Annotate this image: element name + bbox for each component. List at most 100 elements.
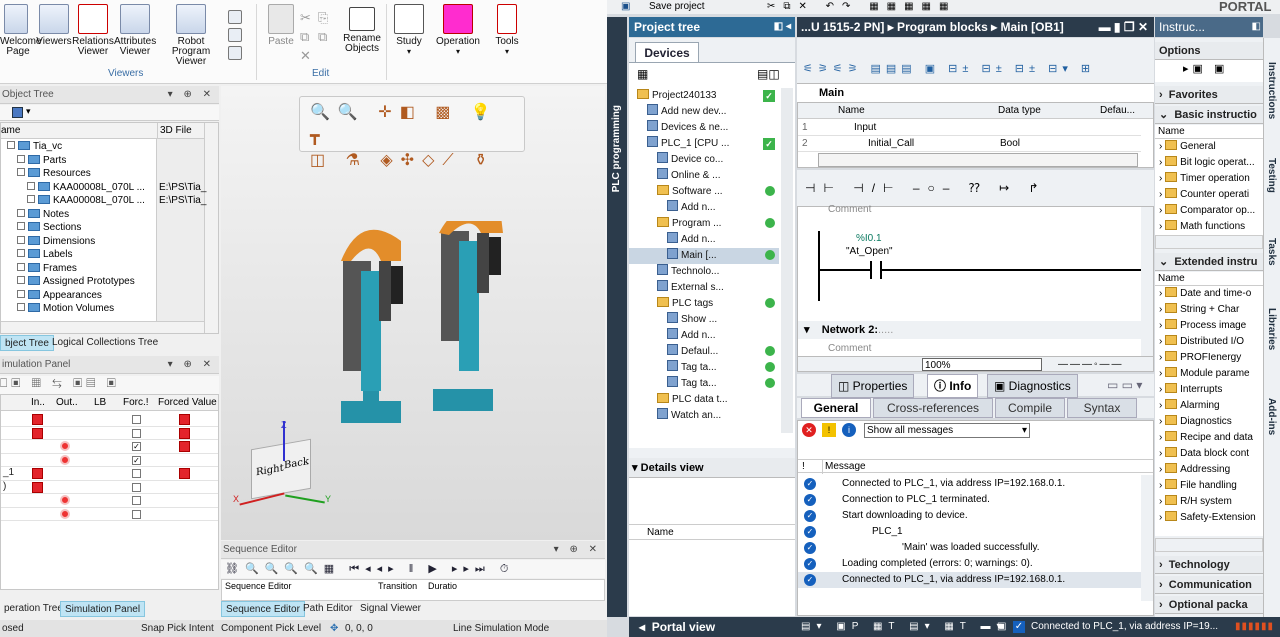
favorites-header[interactable]: › Favorites [1155, 86, 1263, 104]
network2-comment[interactable]: Comment [828, 343, 871, 354]
project-tree-item[interactable]: PLC_1 [CPU ... ✓ [629, 136, 779, 152]
zoom-select[interactable]: 100% [922, 358, 1042, 371]
viewcube-back-face[interactable]: Back [284, 456, 309, 471]
zoom-slider[interactable]: ―――◦―― [1058, 358, 1124, 372]
col-3d-file[interactable]: 3D File [157, 123, 192, 139]
instruction-folder[interactable]: › Data block cont [1155, 446, 1261, 462]
component-pick-level[interactable]: Component Pick Level [221, 620, 321, 637]
instruction-folder[interactable]: › String + Char [1155, 302, 1261, 318]
basic-col-name[interactable]: Name [1155, 125, 1263, 139]
tree-row[interactable]: Resources [1, 167, 91, 180]
ladder-rung-area[interactable]: %I0.1 "At_Open" [818, 219, 1148, 319]
options-toolbar[interactable]: ▸▣ ▣ [1155, 60, 1263, 82]
tab-sequence-editor[interactable]: Sequence Editor [221, 601, 305, 617]
instruction-folder[interactable]: › Diagnostics [1155, 414, 1261, 430]
visibility-checkbox[interactable] [27, 181, 35, 190]
project-tree-item[interactable]: Watch an... [629, 408, 779, 424]
editor-tab-icons[interactable]: ▤▾ ▣P ▦T ▤▾ ▦T ▬▾ [801, 617, 1008, 637]
iface-col-default[interactable]: Defau... [1100, 103, 1135, 119]
project-tree-item[interactable]: Software ... [629, 184, 779, 200]
status-message[interactable]: Connected to PLC_1, via address IP=19... [1031, 617, 1218, 637]
project-tree-item[interactable]: Device co... [629, 152, 779, 168]
instruction-folder[interactable]: › Timer operation [1155, 171, 1261, 187]
force-checkbox[interactable]: ✓ [132, 442, 141, 451]
snap-pick-intent[interactable]: Snap Pick Intent [141, 620, 214, 637]
small-viewer-icon-3[interactable] [228, 46, 242, 60]
panel-controls[interactable]: ▾ ⊕ ✕ [168, 356, 215, 374]
options-icons[interactable]: ▸▣ ▣ [1183, 62, 1228, 75]
network-editor[interactable]: Comment %I0.1 "At_Open" ▾ Network 2:....… [797, 204, 1154, 372]
message-row[interactable]: ✓ 'Main' was loaded successfully. [798, 540, 1148, 556]
seq-col-transition[interactable]: Transition [378, 581, 417, 591]
seq-col-duration[interactable]: Duratio [428, 581, 457, 591]
project-tree-item[interactable]: Main [... [629, 248, 779, 264]
details-col-name[interactable]: Name [629, 524, 795, 540]
visibility-checkbox[interactable] [17, 222, 25, 230]
visibility-checkbox[interactable] [27, 195, 35, 203]
project-tree-item[interactable]: External s... [629, 280, 779, 296]
basic-instructions-header[interactable]: ⌄ Basic instructio [1155, 106, 1263, 124]
tree-scrollbar[interactable] [204, 123, 218, 333]
small-viewer-icon-1[interactable] [228, 10, 242, 24]
col-out[interactable]: Out.. [56, 395, 78, 411]
force-checkbox[interactable] [132, 469, 141, 478]
instruction-folder[interactable]: › Addressing [1155, 462, 1261, 478]
project-tree-item[interactable]: PLC tags [629, 296, 779, 312]
instruction-folder[interactable]: › Distributed I/O [1155, 334, 1261, 350]
gripper-model[interactable] [321, 221, 531, 451]
instruction-folder[interactable]: › Comparator op... [1155, 203, 1261, 219]
details-view-header[interactable]: ▾ Details view [629, 458, 795, 478]
operation-button[interactable]: Operation ▾ [434, 4, 482, 57]
col-name[interactable]: ame [1, 125, 20, 136]
visibility-checkbox[interactable] [17, 303, 25, 311]
instruction-folder[interactable]: › Safety-Extension [1155, 510, 1261, 526]
col-message[interactable]: Message [822, 460, 866, 474]
paste-button[interactable]: Paste [266, 4, 296, 47]
tab-signal-viewer[interactable]: Signal Viewer [356, 601, 425, 617]
instruction-folder[interactable]: › Alarming [1155, 398, 1261, 414]
seq-col-name[interactable]: Sequence Editor [225, 581, 292, 591]
col-severity[interactable]: ! [802, 460, 805, 474]
message-row[interactable]: ✓ Connection to PLC_1 terminated. [798, 492, 1148, 508]
communication-header[interactable]: › Communication [1155, 576, 1263, 594]
extended-instructions-header[interactable]: ⌄ Extended instru [1155, 253, 1263, 271]
study-button[interactable]: Study ▾ [392, 4, 426, 57]
tab-info[interactable]: ⓘ Info [927, 374, 979, 398]
project-tree-item[interactable]: Add n... [629, 328, 779, 344]
tree-row[interactable]: Motion Volumes [1, 302, 114, 315]
panel-controls[interactable]: ▾ ⊕ ✕ [168, 86, 215, 104]
tab-instructions[interactable]: Instructions [1266, 62, 1277, 119]
iface-col-name[interactable]: Name [838, 103, 865, 119]
col-in[interactable]: In.. [31, 395, 45, 411]
instruction-folder[interactable]: › Bit logic operat... [1155, 155, 1261, 171]
instruction-folder[interactable]: › Math functions [1155, 219, 1261, 235]
instruction-folder[interactable]: › Date and time-o [1155, 286, 1261, 302]
tab-logical-collections[interactable]: Logical Collections Tree [48, 335, 162, 351]
editor-vscrollbar[interactable] [1141, 207, 1153, 357]
graphic-viewer[interactable]: 🔍🔍 ✛◧ ▩ 💡 ┳ ◫ ⚗ ◈✣◇⟋ ⚱ Right Back Z X Y [221, 86, 605, 540]
save-project-button[interactable]: Save project [649, 0, 705, 14]
message-row[interactable]: ✓ PLC_1 [798, 524, 1148, 540]
project-tree-item[interactable]: Tag ta... [629, 360, 779, 376]
visibility-checkbox[interactable] [7, 141, 15, 149]
visibility-checkbox[interactable] [17, 168, 25, 176]
attributes-viewer-button[interactable]: Attributes Viewer [114, 4, 156, 57]
grid-icon[interactable]: ▦ [637, 67, 648, 81]
tree-row[interactable]: Assigned Prototypes [1, 275, 135, 288]
extended-col-name[interactable]: Name [1155, 272, 1263, 286]
optional-packages-header[interactable]: › Optional packa [1155, 596, 1263, 614]
instruction-folder[interactable]: › Interrupts [1155, 382, 1261, 398]
chevron-down-icon[interactable]: ▾ [26, 106, 31, 117]
tree-row[interactable]: Dimensions [1, 235, 95, 248]
visibility-checkbox[interactable] [17, 276, 25, 284]
project-tree-scrollbar[interactable] [781, 88, 793, 433]
project-tree-item[interactable]: PLC data t... [629, 392, 779, 408]
sequence-toolbar[interactable]: ⛓🔍🔍🔍🔍▦ ⏮◂◂▸ ‖ ▶ ▸▸⏭ ⏱ [221, 560, 605, 578]
view-cube[interactable]: Right Back [251, 438, 311, 500]
info-filter-icon[interactable]: i [842, 423, 856, 437]
tree-row[interactable]: Notes [1, 208, 69, 221]
col-force[interactable]: Forc.! [123, 395, 149, 411]
project-tree-item[interactable]: Add new dev... [629, 104, 779, 120]
instruction-folder[interactable]: › Process image [1155, 318, 1261, 334]
project-tree-item[interactable]: Show ... [629, 312, 779, 328]
